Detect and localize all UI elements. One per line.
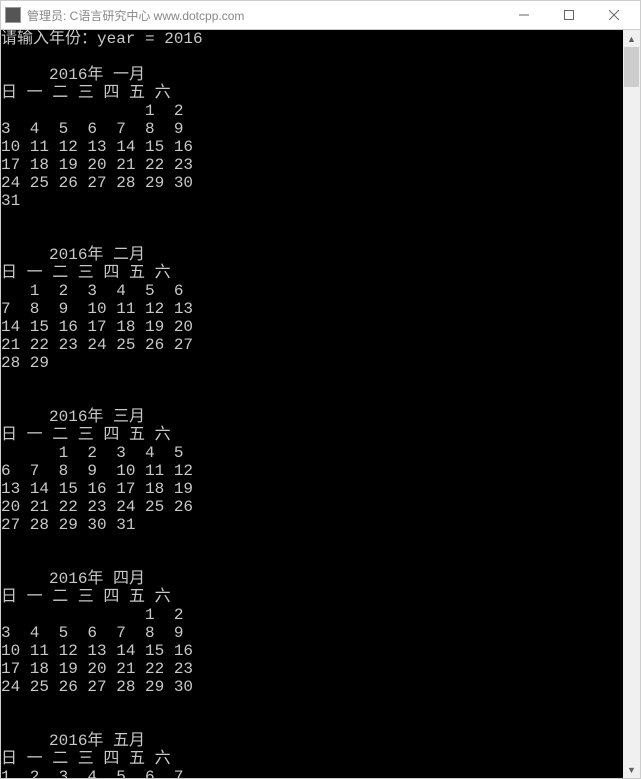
vertical-scrollbar[interactable]: ▲ ▼ xyxy=(623,30,640,778)
scroll-track[interactable] xyxy=(623,47,640,761)
minimize-button[interactable] xyxy=(501,1,546,29)
console-output: 请输入年份：year = 2016 2016年 一月 日 一 二 三 四 五 六… xyxy=(1,30,625,778)
app-icon xyxy=(5,7,21,23)
scroll-down-arrow[interactable]: ▼ xyxy=(623,761,640,778)
titlebar: 管理员: C语言研究中心 www.dotcpp.com xyxy=(0,0,641,30)
scroll-up-arrow[interactable]: ▲ xyxy=(623,30,640,47)
window-title: 管理员: C语言研究中心 www.dotcpp.com xyxy=(27,7,501,24)
scroll-thumb[interactable] xyxy=(624,47,639,87)
console-container: 请输入年份：year = 2016 2016年 一月 日 一 二 三 四 五 六… xyxy=(0,30,641,779)
window-controls xyxy=(501,1,636,29)
close-button[interactable] xyxy=(591,1,636,29)
maximize-button[interactable] xyxy=(546,1,591,29)
